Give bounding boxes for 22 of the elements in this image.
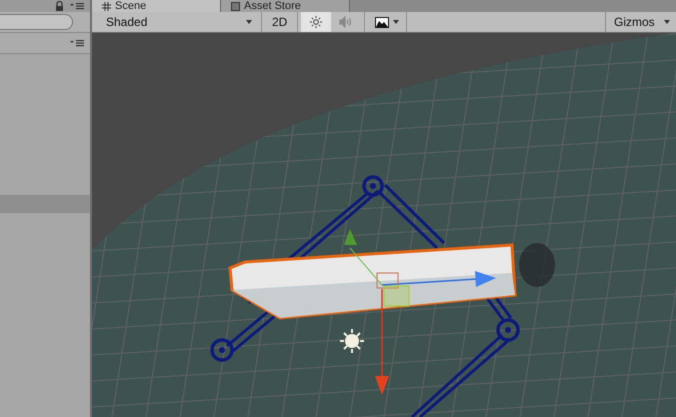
shadow (519, 243, 555, 287)
grid-icon (102, 2, 111, 10)
draw-mode-dropdown[interactable]: Shaded (98, 12, 258, 32)
box-icon (231, 2, 240, 10)
tab[interactable]: Scene (92, 0, 221, 12)
sun-icon (310, 16, 322, 28)
handle-circle[interactable] (496, 318, 520, 342)
caret-icon (246, 20, 252, 24)
speaker-icon (339, 16, 354, 28)
menu-icon[interactable] (70, 2, 84, 10)
image-icon (375, 16, 390, 28)
handle-circle[interactable] (362, 175, 384, 197)
tab[interactable]: Asset Store (221, 0, 350, 12)
scene-view[interactable] (92, 33, 676, 417)
search-field[interactable] (0, 14, 73, 30)
lighting-toggle[interactable] (301, 12, 332, 32)
sun-icon (339, 328, 365, 354)
2d-toggle[interactable]: 2D (265, 12, 294, 32)
handle-circle[interactable] (210, 338, 234, 362)
lock-icon[interactable] (55, 1, 64, 11)
menu-icon[interactable] (70, 39, 84, 47)
gizmos-dropdown[interactable]: Gizmos (605, 12, 676, 32)
